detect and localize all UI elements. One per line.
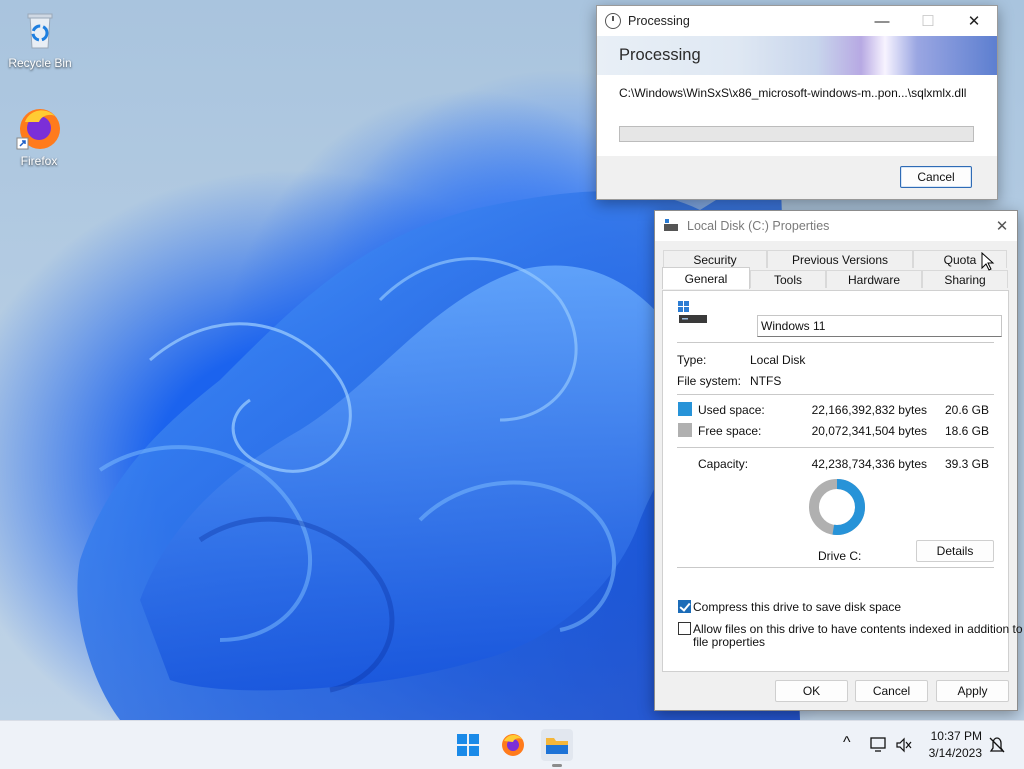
free-space-size: 18.6 GB	[944, 424, 989, 438]
running-indicator	[552, 764, 562, 767]
capacity-bytes: 42,238,734,336 bytes	[811, 457, 927, 471]
firefox-icon	[502, 734, 524, 756]
divider	[677, 567, 994, 568]
used-space-label: Used space:	[698, 403, 765, 417]
firefox-icon	[15, 104, 63, 152]
desktop-icon-label: Recycle Bin	[8, 56, 72, 70]
notification-icon[interactable]	[988, 736, 1006, 754]
clock-date[interactable]: 3/14/2023	[926, 746, 982, 760]
volume-muted-icon[interactable]	[895, 737, 913, 753]
type-value: Local Disk	[750, 353, 806, 367]
desktop-icon-recycle-bin[interactable]: Recycle Bin	[0, 6, 80, 70]
tab-security[interactable]: Security	[663, 250, 767, 268]
close-button[interactable]: ✕	[951, 6, 997, 36]
ok-button[interactable]: OK	[775, 680, 848, 702]
divider	[677, 342, 994, 343]
properties-titlebar[interactable]: Local Disk (C:) Properties ✕	[655, 211, 1017, 241]
apply-button[interactable]: Apply	[936, 680, 1009, 702]
desktop-icon-label: Firefox	[20, 154, 58, 168]
drive-label: Drive C:	[818, 549, 862, 563]
start-icon	[457, 734, 479, 756]
processing-cancel-button[interactable]: Cancel	[900, 166, 972, 188]
maximize-button[interactable]: ☐	[905, 6, 951, 36]
processing-current-path: C:\Windows\WinSxS\x86_microsoft-windows-…	[619, 86, 967, 100]
used-space-size: 20.6 GB	[944, 403, 989, 417]
processing-window-title: Processing	[628, 14, 690, 28]
cancel-button[interactable]: Cancel	[855, 680, 928, 702]
disk-usage-donut	[809, 479, 865, 535]
free-space-swatch	[678, 423, 692, 437]
divider	[677, 447, 994, 448]
volume-name-input[interactable]	[757, 315, 1002, 337]
capacity-size: 39.3 GB	[944, 457, 989, 471]
properties-window-title: Local Disk (C:) Properties	[687, 219, 830, 233]
compress-checkbox[interactable]	[678, 600, 691, 613]
used-space-swatch	[678, 402, 692, 416]
clock-time[interactable]: 10:37 PM	[926, 729, 982, 743]
file-system-label: File system:	[677, 374, 742, 388]
general-tab-panel: Type: Local Disk File system: NTFS Used …	[662, 290, 1023, 672]
drive-icon	[664, 219, 678, 231]
details-button[interactable]: Details	[916, 540, 994, 562]
start-button[interactable]	[452, 729, 484, 761]
disk-properties-dialog: Local Disk (C:) Properties ✕ Security Pr…	[654, 210, 1023, 711]
processing-titlebar[interactable]: Processing — ☐ ✕	[597, 6, 997, 36]
local-disk-icon	[678, 301, 707, 323]
index-label-line1: Allow files on this drive to have conten…	[693, 622, 1023, 636]
mouse-cursor-icon	[981, 252, 995, 271]
tab-general[interactable]: General	[662, 267, 750, 289]
clock-icon	[605, 13, 621, 29]
minimize-button[interactable]: —	[859, 6, 905, 36]
tab-hardware[interactable]: Hardware	[826, 270, 922, 288]
index-label-line2: file properties	[693, 635, 766, 649]
index-checkbox[interactable]	[678, 622, 691, 635]
desktop-icon-firefox[interactable]: Firefox	[0, 104, 79, 168]
close-button[interactable]: ✕	[987, 211, 1017, 241]
compress-label: Compress this drive to save disk space	[693, 600, 902, 614]
taskbar-file-explorer[interactable]	[541, 729, 573, 767]
taskbar-firefox[interactable]	[497, 729, 529, 761]
tab-previous-versions[interactable]: Previous Versions	[767, 250, 913, 268]
type-label: Type:	[677, 353, 707, 367]
network-icon[interactable]	[870, 737, 888, 753]
tab-sharing[interactable]: Sharing	[922, 270, 1008, 288]
capacity-label: Capacity:	[698, 457, 749, 471]
taskbar: ^ 10:37 PM 3/14/2023	[0, 720, 1024, 769]
file-explorer-icon	[546, 738, 568, 754]
processing-footer: Cancel	[597, 156, 997, 199]
tab-tools[interactable]: Tools	[750, 270, 826, 288]
processing-banner: Processing	[597, 36, 997, 75]
divider	[677, 394, 994, 395]
processing-dialog: Processing — ☐ ✕ Processing C:\Windows\W…	[596, 5, 998, 200]
free-space-bytes: 20,072,341,504 bytes	[811, 424, 927, 438]
processing-progress-bar	[619, 126, 974, 142]
file-system-value: NTFS	[750, 374, 782, 388]
free-space-label: Free space:	[698, 424, 762, 438]
recycle-bin-icon	[16, 6, 64, 54]
used-space-bytes: 22,166,392,832 bytes	[811, 403, 927, 417]
show-hidden-icons-chevron[interactable]: ^	[843, 734, 851, 752]
